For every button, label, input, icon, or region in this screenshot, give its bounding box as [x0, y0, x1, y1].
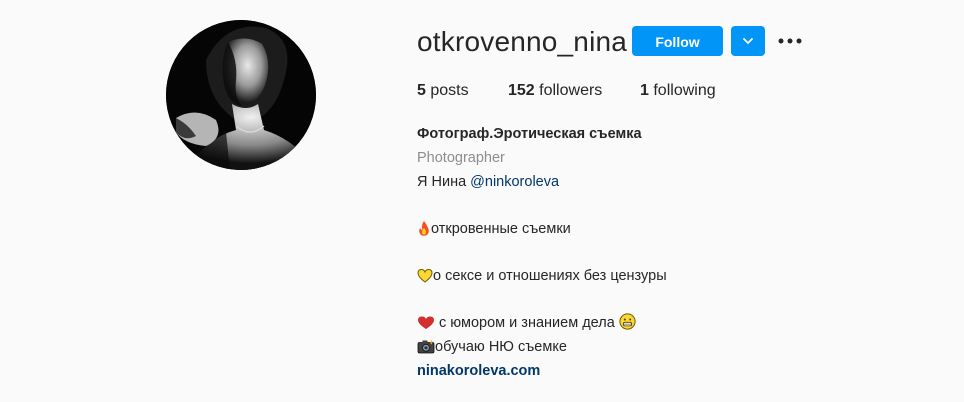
posts-stat: 5 posts: [417, 81, 469, 101]
followers-count: 152: [508, 82, 535, 99]
bio-website-line: ninakoroleva.com: [417, 359, 917, 383]
more-options-icon: [778, 38, 802, 44]
bio-line-yellow-heart: о сексе и отношениях без цензуры: [417, 264, 917, 288]
following-count: 1: [640, 82, 649, 99]
bio-intro-line: Я Нина @ninkoroleva: [417, 170, 917, 194]
follow-button[interactable]: Follow: [632, 26, 723, 56]
profile-header: otkrovenno_nina Follow 5 posts 152 follo…: [0, 0, 964, 402]
bio-line-fire: откровенные съемки: [417, 217, 917, 241]
suggested-accounts-dropdown-button[interactable]: [731, 26, 765, 56]
avatar-photo: [166, 20, 316, 170]
chevron-down-icon: [743, 38, 753, 44]
more-options-button[interactable]: [778, 30, 802, 52]
bio-text-fire: откровенные съемки: [431, 221, 571, 237]
followers-label: followers: [539, 82, 603, 99]
bio-category: Photographer: [417, 150, 505, 166]
bio-mention-link[interactable]: @ninkoroleva: [470, 174, 559, 190]
posts-count: 5: [417, 82, 426, 99]
grinning-face-icon: [619, 313, 636, 338]
profile-username: otkrovenno_nina: [417, 26, 628, 57]
bio-text-yellow-heart: о сексе и отношениях без цензуры: [433, 268, 667, 284]
bio-line-red-heart: с юмором и знанием дела: [417, 311, 917, 335]
profile-bio: Фотограф.Эротическая съемка Photographer…: [417, 122, 917, 383]
following-label: following: [653, 82, 716, 99]
fire-icon: [417, 220, 431, 244]
following-stat[interactable]: 1 following: [640, 81, 716, 101]
profile-avatar[interactable]: [166, 20, 316, 170]
yellow-heart-icon: [417, 267, 433, 291]
posts-label: posts: [430, 82, 469, 99]
bio-text-camera: обучаю НЮ съемке: [435, 339, 567, 355]
bio-text-red-heart: с юмором и знанием дела: [435, 315, 619, 331]
bio-full-name: Фотограф.Эротическая съемка: [417, 126, 642, 142]
bio-website-link[interactable]: ninakoroleva.com: [417, 363, 540, 379]
bio-intro-text: Я Нина: [417, 174, 471, 190]
followers-stat[interactable]: 152 followers: [508, 81, 602, 101]
bio-line-camera: обучаю НЮ съемке: [417, 335, 917, 359]
